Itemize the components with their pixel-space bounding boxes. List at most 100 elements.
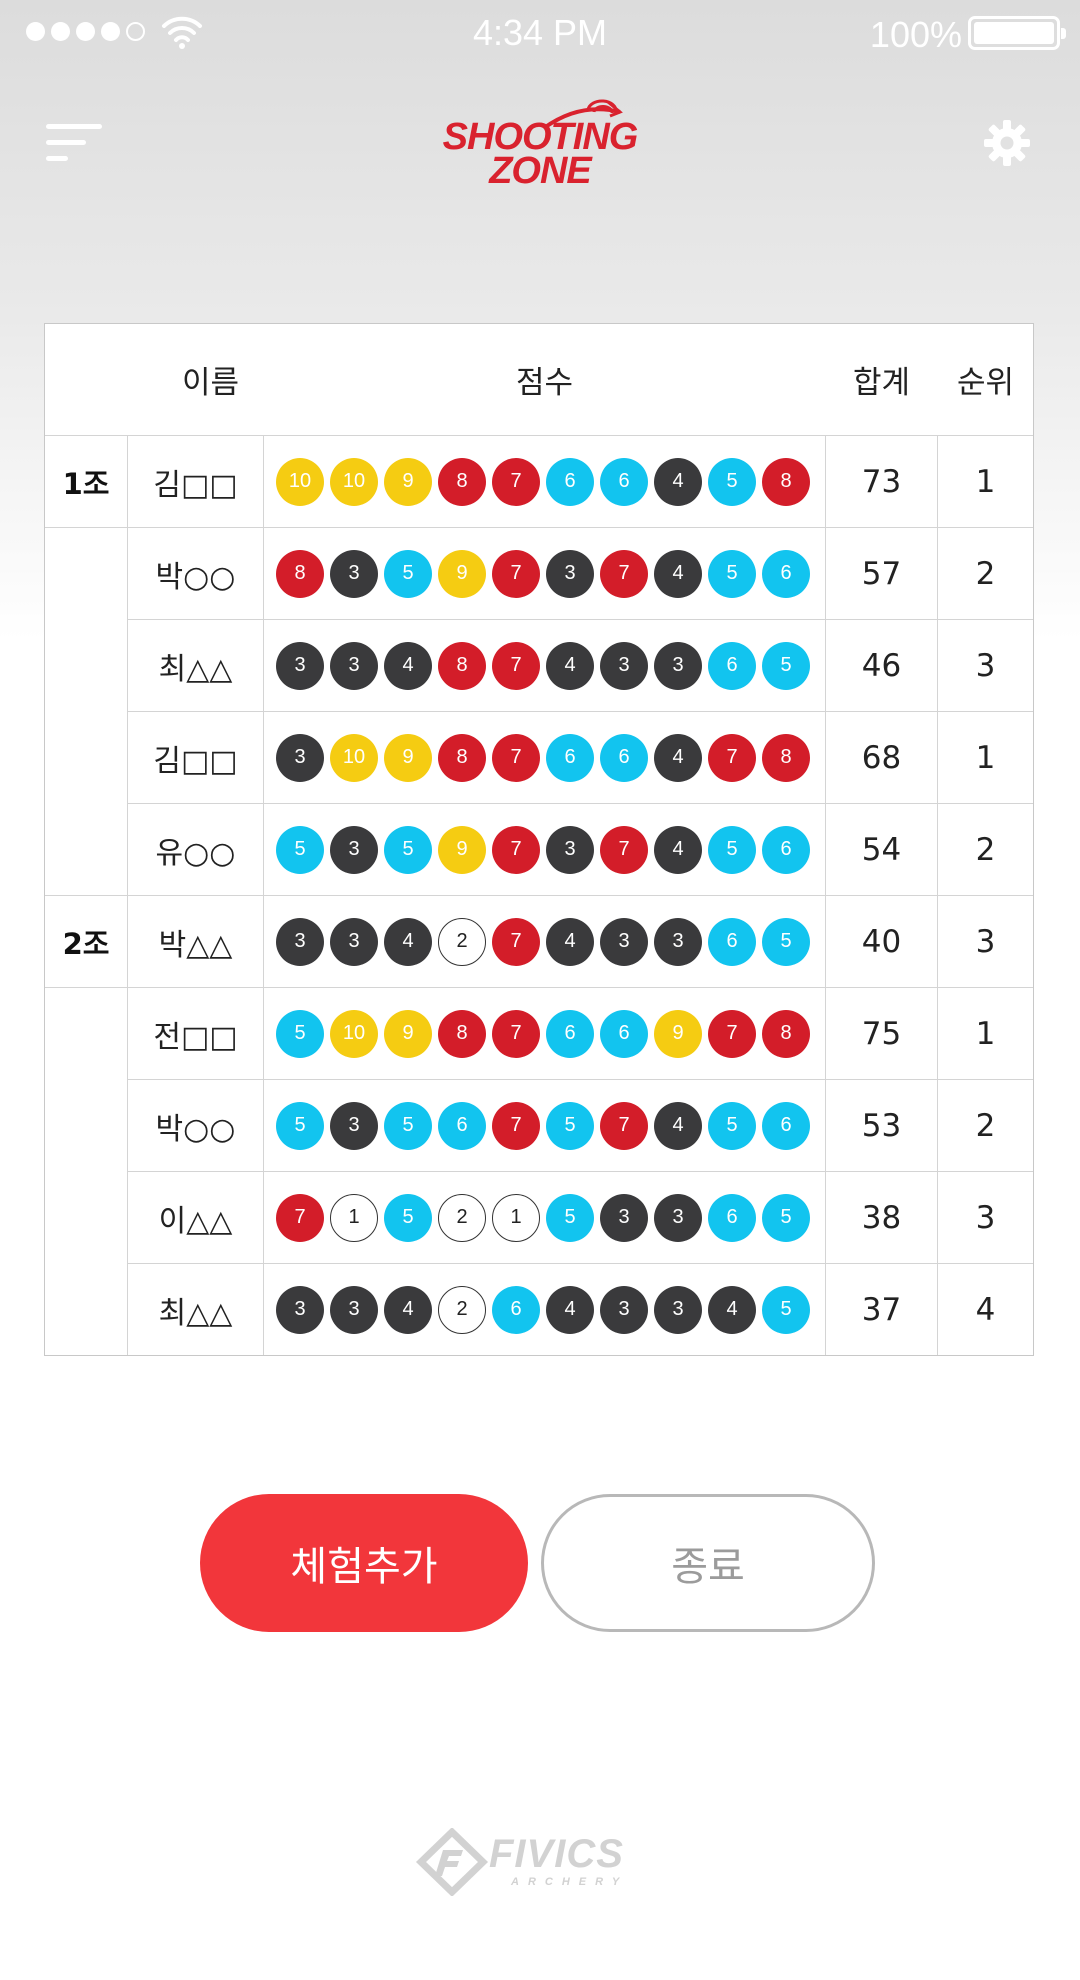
score-ball: 4	[654, 733, 702, 782]
score-ball: 7	[708, 1009, 756, 1058]
score-ball: 10	[276, 457, 324, 506]
battery-percent: 100%	[869, 14, 962, 55]
table-row: 전□□ 5 10 9 8 7 6 6 9 7 8 75 1	[45, 987, 1033, 1079]
total-score: 75	[825, 988, 937, 1079]
score-ball: 7	[492, 1009, 540, 1058]
score-ball: 7	[600, 825, 648, 874]
table-body: 1조 김□□ 10 10 9 8 7 6 6 4 5 8 73 1 박○○ 8 3 5 9 7 3 7 4 5 6 57 2 최△△ 3…	[45, 435, 1033, 1355]
group-label	[45, 528, 127, 619]
score-ball: 10	[330, 733, 378, 782]
score-ball: 7	[492, 917, 540, 966]
add-experience-button[interactable]: 체험추가	[200, 1494, 528, 1632]
score-ball: 4	[384, 917, 432, 966]
logo-line2: ZONE	[489, 150, 592, 192]
player-name: 김□□	[127, 712, 263, 803]
battery-icon	[968, 16, 1066, 50]
header-scores: 점수	[515, 365, 574, 401]
group-label	[45, 988, 127, 1079]
score-ball: 6	[438, 1101, 486, 1150]
score-balls: 7152153365	[263, 1172, 825, 1263]
score-ball: 5	[708, 1101, 756, 1150]
table-row: 최△△ 3 3 4 2 6 4 3 3 4 5 37 4	[45, 1263, 1033, 1355]
score-ball: 3	[654, 1193, 702, 1242]
score-ball: 7	[492, 641, 540, 690]
score-ball: 5	[384, 825, 432, 874]
total-score: 53	[825, 1080, 937, 1171]
rank: 4	[937, 1264, 1033, 1355]
score-ball: 3	[330, 641, 378, 690]
score-ball: 4	[654, 825, 702, 874]
score-ball: 6	[546, 1009, 594, 1058]
score-ball: 3	[654, 1285, 702, 1334]
score-balls: 3342743365	[263, 896, 825, 987]
score-ball: 1	[492, 1193, 540, 1242]
rank: 3	[937, 1172, 1033, 1263]
table-header-row: 이름 점수 합계 순위	[45, 324, 1033, 435]
score-balls: 5356757456	[263, 1080, 825, 1171]
score-ball: 4	[546, 1285, 594, 1334]
score-balls: 3348743365	[263, 620, 825, 711]
score-ball: 3	[330, 549, 378, 598]
player-name: 박○○	[127, 528, 263, 619]
total-score: 38	[825, 1172, 937, 1263]
rank: 2	[937, 528, 1033, 619]
score-ball: 8	[438, 641, 486, 690]
score-ball: 10	[330, 457, 378, 506]
footer-brand: FIVICS	[489, 1832, 624, 1876]
player-name: 박○○	[127, 1080, 263, 1171]
score-ball: 7	[600, 549, 648, 598]
score-ball: 7	[492, 825, 540, 874]
score-ball: 6	[546, 457, 594, 506]
table-row: 유○○ 5 3 5 9 7 3 7 4 5 6 54 2	[45, 803, 1033, 895]
header-total: 합계	[852, 365, 911, 401]
rank: 1	[937, 712, 1033, 803]
score-ball: 6	[762, 1101, 810, 1150]
group-label	[45, 1263, 127, 1355]
score-ball: 3	[654, 917, 702, 966]
score-ball: 6	[762, 825, 810, 874]
hamburger-menu-icon[interactable]	[46, 122, 104, 164]
score-ball: 6	[762, 549, 810, 598]
score-ball: 3	[330, 825, 378, 874]
rank: 3	[937, 620, 1033, 711]
group-label: 1조	[62, 466, 110, 501]
score-ball: 3	[330, 1101, 378, 1150]
player-name: 유○○	[127, 804, 263, 895]
score-ball: 9	[384, 1009, 432, 1058]
score-ball: 1	[330, 1193, 378, 1242]
score-ball: 5	[276, 1101, 324, 1150]
rank: 2	[937, 1080, 1033, 1171]
score-ball: 8	[762, 457, 810, 506]
score-ball: 3	[600, 1193, 648, 1242]
score-ball: 8	[762, 733, 810, 782]
score-ball: 7	[492, 457, 540, 506]
group-label	[45, 1171, 127, 1263]
table-row: 최△△ 3 3 4 8 7 4 3 3 6 5 46 3	[45, 619, 1033, 711]
score-ball: 3	[276, 1285, 324, 1334]
table-row: 김□□ 3 10 9 8 7 6 6 4 7 8 68 1	[45, 711, 1033, 803]
gear-icon[interactable]	[982, 118, 1032, 168]
player-name: 이△△	[127, 1172, 263, 1263]
score-table: 이름 점수 합계 순위 1조 김□□ 10 10 9 8 7 6 6 4 5 8 73 1 박○○ 8 3 5 9 7…	[44, 323, 1034, 1356]
score-ball: 4	[384, 1285, 432, 1334]
score-ball: 4	[384, 641, 432, 690]
score-ball: 5	[708, 825, 756, 874]
score-ball: 9	[438, 825, 486, 874]
score-ball: 5	[762, 1285, 810, 1334]
group-label	[45, 619, 127, 711]
score-balls: 3342643345	[263, 1264, 825, 1355]
score-ball: 6	[492, 1285, 540, 1334]
score-ball: 9	[438, 549, 486, 598]
table-row: 박○○ 8 3 5 9 7 3 7 4 5 6 57 2	[45, 527, 1033, 619]
score-ball: 5	[384, 1193, 432, 1242]
score-ball: 6	[708, 917, 756, 966]
score-ball: 9	[384, 457, 432, 506]
score-ball: 8	[438, 457, 486, 506]
score-ball: 9	[654, 1009, 702, 1058]
score-ball: 7	[276, 1193, 324, 1242]
end-button[interactable]: 종료	[541, 1494, 875, 1632]
score-ball: 5	[384, 549, 432, 598]
player-name: 박△△	[127, 896, 263, 987]
score-ball: 3	[330, 917, 378, 966]
header-group-blank	[45, 324, 127, 435]
